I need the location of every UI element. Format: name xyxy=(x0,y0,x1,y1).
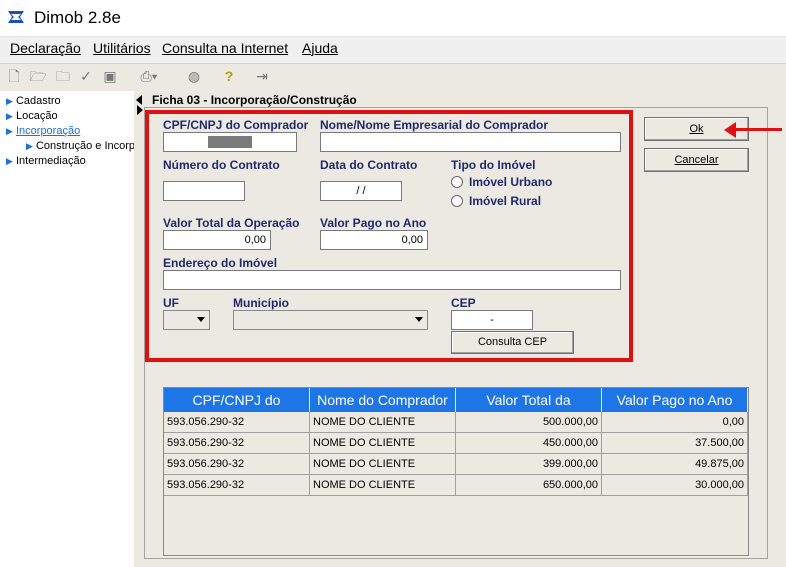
tree-item-intermediacao[interactable]: ▶ Intermediação xyxy=(6,155,86,167)
table-cell[interactable]: 593.056.290-32 xyxy=(164,454,310,475)
tree-item-cadastro[interactable]: ▶ Cadastro xyxy=(6,95,61,107)
collapse-left-icon[interactable] xyxy=(136,95,142,105)
page-title: Ficha 03 - Incorporação/Construção xyxy=(152,93,357,107)
table-cell[interactable]: 650.000,00 xyxy=(456,475,602,496)
cancelar-button[interactable]: Cancelar xyxy=(644,148,749,172)
open-folder-icon[interactable]: 🗁 xyxy=(29,67,47,85)
table-cell[interactable]: 399.000,00 xyxy=(456,454,602,475)
tree-arrow-icon: ▶ xyxy=(6,111,13,121)
menu-utilitarios[interactable]: Utilitários xyxy=(93,40,151,56)
table-cell[interactable]: 593.056.290-32 xyxy=(164,475,310,496)
tree-arrow-icon: ▶ xyxy=(6,96,13,106)
table-cell[interactable]: NOME DO CLIENTE xyxy=(310,433,456,454)
table-cell[interactable]: 593.056.290-32 xyxy=(164,412,310,433)
print-icon[interactable]: ⎙▾ xyxy=(135,67,163,85)
tree-item-label: Intermediação xyxy=(15,155,86,167)
folder-icon[interactable]: 🗀 xyxy=(54,67,72,85)
tree-item-label: Construção e Incorp xyxy=(35,140,134,152)
tree-item-locacao[interactable]: ▶ Locação xyxy=(6,110,58,122)
tree-item-label: Incorporação xyxy=(15,125,81,137)
check-icon[interactable]: ✓ xyxy=(77,67,95,85)
tree-item-construcao[interactable]: ▶ Construção e Incorp xyxy=(26,140,134,152)
tree-arrow-icon: ▶ xyxy=(6,126,13,136)
tree-arrow-icon: ▶ xyxy=(6,156,13,166)
annotation-arrow-head xyxy=(724,122,736,138)
highlight-box xyxy=(145,110,633,362)
menu-ajuda[interactable]: Ajuda xyxy=(302,40,338,56)
menu-consulta-internet[interactable]: Consulta na Internet xyxy=(162,40,288,56)
table-cell[interactable]: 500.000,00 xyxy=(456,412,602,433)
table-cell[interactable]: NOME DO CLIENTE xyxy=(310,412,456,433)
table-cell[interactable]: NOME DO CLIENTE xyxy=(310,454,456,475)
table-cell[interactable]: NOME DO CLIENTE xyxy=(310,475,456,496)
annotation-arrow xyxy=(732,128,782,131)
tree-arrow-icon: ▶ xyxy=(26,141,33,151)
save-icon[interactable]: ▣ xyxy=(101,67,119,85)
exit-icon[interactable]: ⇥ xyxy=(253,67,271,85)
expand-right-icon[interactable] xyxy=(137,105,143,115)
table-cell[interactable]: 450.000,00 xyxy=(456,433,602,454)
table-cell[interactable]: 30.000,00 xyxy=(602,475,748,496)
tree-item-label: Locação xyxy=(15,110,58,122)
window-title: Dimob 2.8e xyxy=(34,8,121,27)
app-logo-icon xyxy=(8,11,24,23)
new-file-icon[interactable]: 🗋 xyxy=(5,67,23,85)
table-header-valor-total[interactable]: Valor Total da xyxy=(456,388,602,412)
menu-declaracao[interactable]: Declaração xyxy=(10,40,81,56)
table-header-cpf[interactable]: CPF/CNPJ do xyxy=(164,388,310,412)
table-cell[interactable]: 593.056.290-32 xyxy=(164,433,310,454)
help-icon[interactable]: ? xyxy=(220,67,238,85)
table-header-nome[interactable]: Nome do Comprador xyxy=(310,388,456,412)
table-cell[interactable]: 49.875,00 xyxy=(602,454,748,475)
table-cell[interactable]: 37.500,00 xyxy=(602,433,748,454)
table-header-valor-pago[interactable]: Valor Pago no Ano xyxy=(602,388,748,412)
tree-item-incorporacao[interactable]: ▶ Incorporação xyxy=(6,125,80,137)
table-cell[interactable]: 0,00 xyxy=(602,412,748,433)
globe-icon[interactable]: ◍ xyxy=(185,67,203,85)
tree-item-label: Cadastro xyxy=(15,95,61,107)
